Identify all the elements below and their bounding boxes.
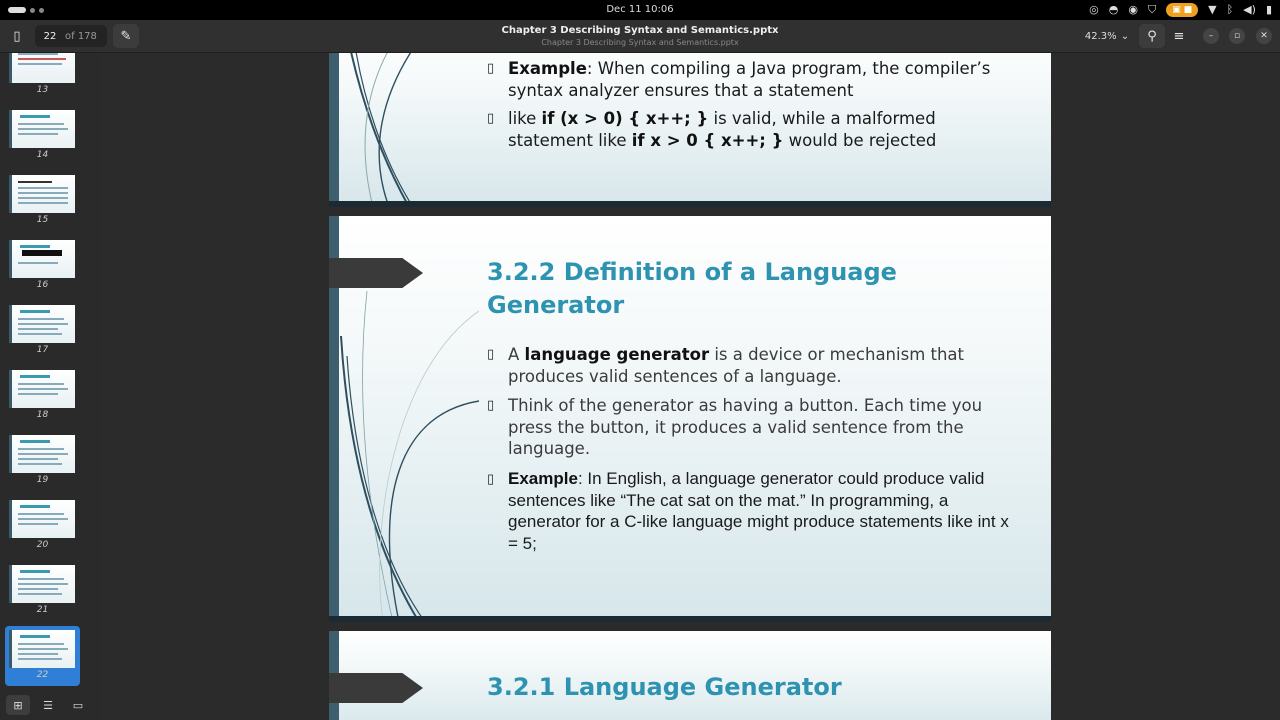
volume-icon[interactable]: ◀) [1243,2,1256,18]
slide-bullet: ▯ like if (x > 0) { x++; } is valid, whi… [487,108,1017,151]
bullet-label: Example [508,59,587,78]
bullet-marker-icon: ▯ [487,398,495,413]
bluetooth-icon[interactable]: ᛒ [1227,2,1234,18]
slide-bullet: ▯ A language generator is a device or me… [487,344,1017,387]
screenshot-icon[interactable]: ◎ [1089,2,1099,18]
wifi-icon[interactable]: ▼ [1208,2,1216,18]
hamburger-menu-icon: ≡ [1173,28,1185,44]
slide-thumbnail [9,53,75,83]
thumbnail-number: 20 [36,540,49,550]
slide-bottom-border [329,201,1051,207]
search-icon: ⚲ [1147,28,1157,44]
code-snippet: if (x > 0) { x++; } [541,109,709,128]
thumbnail-item[interactable]: 13 [5,53,80,101]
slide-bullet: ▯ Example: In English, a language genera… [487,468,1017,554]
slide-thumbnail [9,110,75,148]
slide-title: 3.2.2 Definition of a Language Generator [487,258,897,319]
clock[interactable]: Dec 11 10:06 [0,4,1280,15]
zoom-level: 42.3% [1084,30,1117,42]
thumbnail-item[interactable]: 15 [5,171,80,231]
system-top-bar: Dec 11 10:06 ◎ ◓ ◉ ⛉ ▣ ■ ▼ ᛒ ◀) ▮ [0,0,1280,20]
app-header: ▯ 22 of 178 ✎ Chapter 3 Describing Synta… [0,20,1280,53]
grid-icon: ⊞ [13,698,23,712]
sidebar-mode-bar: ⊞ ☰ ▭ [0,690,100,720]
chevron-down-icon: ⌄ [1120,30,1130,42]
thumbnail-item[interactable]: 17 [5,301,80,361]
slide-thumbnail [9,370,75,408]
bullet-text: A [508,345,525,364]
bullet-bold-term: language generator [524,345,710,364]
slide-thumbnail [9,630,75,668]
title-arrow-tab [329,673,423,703]
thumbnail-number: 18 [36,410,49,420]
annotations-icon: ▭ [72,698,84,712]
thumbnail-item[interactable]: 19 [5,431,80,491]
bullet-text: would be rejected [783,130,937,150]
bullet-text: like [508,109,542,128]
slide-previous: ▯ Example: When compiling a Java program… [329,53,1051,207]
annotations-view-button[interactable]: ▭ [66,695,90,715]
edge-icon[interactable]: ◉ [1128,2,1138,18]
battery-icon[interactable]: ▮ [1266,2,1272,18]
thumbnail-item[interactable]: 21 [5,561,80,621]
slide-thumbnail [9,435,75,473]
main-menu-button[interactable]: ≡ [1166,24,1192,48]
slide-thumbnail [9,175,75,213]
slide-thumbnail [9,565,75,603]
thumbnail-number: 13 [36,85,49,95]
minimize-button[interactable]: – [1203,28,1219,44]
thumbnail-number: 17 [36,345,49,355]
slide-current: 3.2.2 Definition of a Language Generator… [329,216,1051,622]
recording-indicator-icon[interactable]: ▣ ■ [1166,3,1199,17]
slide-bottom-border [329,616,1051,622]
bullet-text: : In English, a language generator could… [508,469,1009,553]
slide-thumbnail [9,240,75,278]
system-tray[interactable]: ◎ ◓ ◉ ⛉ ▣ ■ ▼ ᛒ ◀) ▮ [1089,2,1272,18]
thumbnail-item[interactable]: 14 [5,106,80,166]
minimize-icon: – [1208,31,1214,41]
thumbnail-item[interactable]: 18 [5,366,80,426]
zoom-dropdown[interactable]: 42.3% ⌄ [1080,25,1134,47]
maximize-button[interactable]: ▫ [1229,28,1245,44]
thumbnail-number: 14 [36,150,49,160]
code-snippet: if x > 0 { x++; } [631,130,784,150]
bullet-marker-icon: ▯ [487,61,495,76]
document-viewer[interactable]: ▯ Example: When compiling a Java program… [100,53,1280,720]
bullet-marker-icon: ▯ [487,471,495,486]
thumbnail-number: 19 [36,475,49,485]
bullet-marker-icon: ▯ [487,111,495,126]
close-icon: ✕ [1260,31,1268,41]
maximize-icon: ▫ [1233,31,1241,41]
slide-thumbnail [9,305,75,343]
thumbnail-number: 21 [36,605,49,615]
outline-view-button[interactable]: ☰ [36,695,60,715]
thumbnail-sidebar[interactable]: 13 14 15 16 17 18 19 20 21 22 ⊞ ☰ ▭ [0,53,100,720]
bullet-text: Think of the generator as having a butto… [508,396,983,458]
thumbnail-number: 22 [36,670,49,680]
slide-thumbnail [9,500,75,538]
bullet-label: Example [508,469,578,488]
close-button[interactable]: ✕ [1256,28,1272,44]
thumbnail-number: 16 [36,280,49,290]
discord-icon[interactable]: ◓ [1109,2,1119,18]
shield-icon[interactable]: ⛉ [1148,2,1156,18]
slide-next: 3.2.1 Language Generator [329,631,1051,720]
bullet-marker-icon: ▯ [487,347,495,362]
slide-bullet: ▯ Example: When compiling a Java program… [487,58,1017,101]
thumbnail-number: 15 [36,215,49,225]
search-button[interactable]: ⚲ [1139,24,1165,48]
slide-bullet: ▯ Think of the generator as having a but… [487,395,1017,460]
thumbnail-item[interactable]: 20 [5,496,80,556]
outline-icon: ☰ [43,698,53,712]
thumbnail-item-active[interactable]: 22 [5,626,80,686]
slide-decoration [350,53,414,207]
thumbnails-view-button[interactable]: ⊞ [6,695,30,715]
thumbnail-item[interactable]: 16 [5,236,80,296]
slide-title: 3.2.1 Language Generator [487,673,842,701]
